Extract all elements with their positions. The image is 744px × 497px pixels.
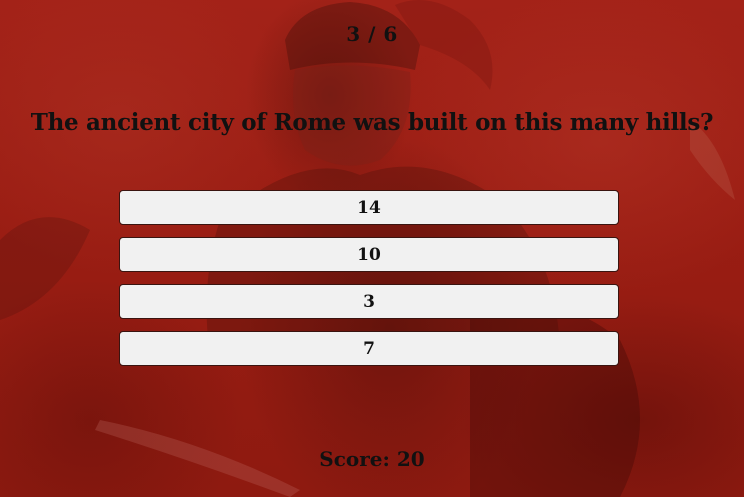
question-text: The ancient city of Rome was built on th…	[30, 109, 714, 136]
question-counter: 3 / 6	[346, 22, 398, 46]
answer-button-3[interactable]: 3	[119, 284, 619, 319]
answer-list: 14 10 3 7	[119, 190, 619, 378]
answer-button-1[interactable]: 14	[119, 190, 619, 225]
answer-button-4[interactable]: 7	[119, 331, 619, 366]
answer-button-2[interactable]: 10	[119, 237, 619, 272]
score-display: Score: 20	[319, 447, 425, 471]
